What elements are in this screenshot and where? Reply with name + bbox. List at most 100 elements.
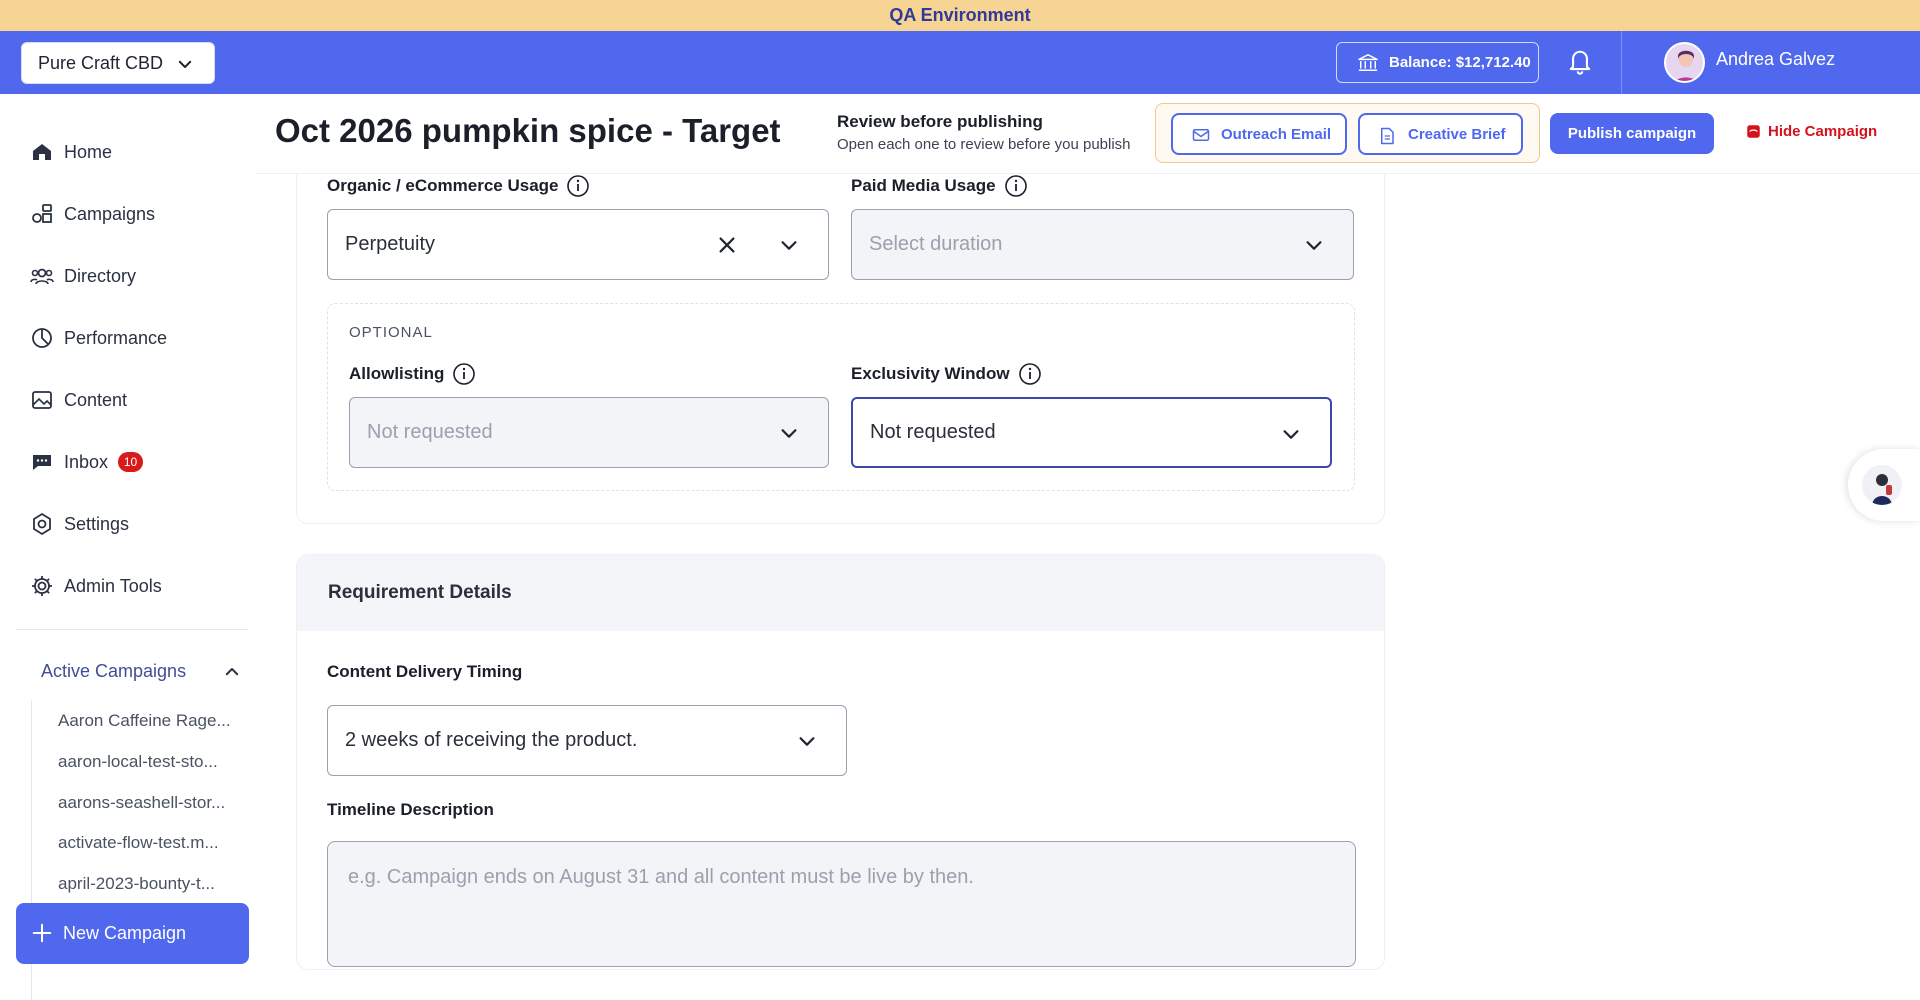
hide-campaign-button[interactable]: Hide Campaign xyxy=(1746,123,1877,140)
exclusivity-window-value: Not requested xyxy=(870,421,996,443)
chevron-down-icon xyxy=(1303,234,1325,256)
requirement-details-title: Requirement Details xyxy=(328,582,512,603)
timeline-description-label: Timeline Description xyxy=(327,800,494,819)
sidebar-item-inbox[interactable]: Inbox 10 xyxy=(30,447,144,477)
sidebar-item-directory[interactable]: Directory xyxy=(30,261,136,291)
allowlisting-value: Not requested xyxy=(367,421,493,443)
publish-campaign-button[interactable]: Publish campaign xyxy=(1550,113,1714,154)
sidebar-item-label: Performance xyxy=(64,327,168,348)
hide-campaign-label: Hide Campaign xyxy=(1768,123,1878,140)
exclusivity-window-label: Exclusivity Window xyxy=(851,362,1042,386)
plus-icon xyxy=(31,922,53,944)
balance-button[interactable]: Balance: $12,712.40 xyxy=(1336,42,1539,83)
info-icon[interactable] xyxy=(566,174,590,198)
timeline-description-input[interactable]: e.g. Campaign ends on August 31 and all … xyxy=(327,841,1356,967)
creative-brief-button[interactable]: Creative Brief xyxy=(1358,113,1523,155)
page-title: Oct 2026 pumpkin spice - Target xyxy=(275,112,781,149)
sidebar-item-label: Content xyxy=(64,389,128,410)
balance-label: Balance: $12,712.40 xyxy=(1389,54,1531,71)
paid-media-usage-placeholder: Select duration xyxy=(869,233,1003,255)
chevron-up-icon xyxy=(223,663,241,681)
campaigns-icon xyxy=(30,202,54,226)
avatar[interactable] xyxy=(1664,42,1705,83)
eye-off-icon xyxy=(1746,124,1761,139)
chevron-down-icon xyxy=(1280,423,1302,445)
top-bar: Pure Craft CBD Balance: $12,712.40 Andre… xyxy=(0,31,1920,94)
outreach-email-label: Outreach Email xyxy=(1221,125,1332,143)
sidebar-item-label: Campaigns xyxy=(64,203,156,224)
chevron-down-icon xyxy=(176,55,194,73)
gear-icon xyxy=(30,574,54,598)
sidebar-item-label: Settings xyxy=(64,513,130,534)
document-icon xyxy=(1379,127,1395,145)
sidebar-divider xyxy=(16,629,248,630)
inbox-count-badge: 10 xyxy=(118,452,144,472)
chevron-down-icon xyxy=(796,730,818,752)
allowlisting-label-text: Allowlisting xyxy=(349,364,445,383)
user-name[interactable]: Andrea Galvez xyxy=(1716,49,1835,70)
bell-icon[interactable] xyxy=(1566,46,1594,76)
sidebar-item-admin-tools[interactable]: Admin Tools xyxy=(30,571,162,601)
support-widget[interactable] xyxy=(1848,449,1920,521)
content-delivery-timing-label: Content Delivery Timing xyxy=(327,662,523,681)
sidebar-item-content[interactable]: Content xyxy=(30,385,127,415)
optional-label: OPTIONAL xyxy=(349,324,433,341)
paid-media-usage-label: Paid Media Usage xyxy=(851,174,1028,198)
exclusivity-window-select[interactable]: Not requested xyxy=(851,397,1332,468)
organic-usage-value: Perpetuity xyxy=(345,233,436,255)
active-campaign-item[interactable]: activate-flow-test.m... xyxy=(58,833,236,853)
directory-icon xyxy=(30,264,54,288)
campaign-header: Oct 2026 pumpkin spice - Target Review b… xyxy=(256,94,1920,174)
creative-brief-label: Creative Brief xyxy=(1408,125,1506,143)
settings-icon xyxy=(30,512,54,536)
bank-icon xyxy=(1357,53,1379,73)
organic-usage-label: Organic / eCommerce Usage xyxy=(327,174,590,198)
brand-selector-label: Pure Craft CBD xyxy=(38,52,164,73)
topbar-divider xyxy=(1621,31,1622,94)
requirement-details-header: Requirement Details xyxy=(297,555,1384,631)
content-icon xyxy=(30,388,54,412)
sidebar-item-label: Inbox xyxy=(64,451,109,472)
inbox-icon xyxy=(30,450,54,474)
active-campaigns-toggle[interactable]: Active Campaigns xyxy=(41,658,241,684)
review-title: Review before publishing xyxy=(837,112,1043,131)
close-icon[interactable] xyxy=(716,234,738,256)
active-campaign-item[interactable]: Aaron Caffeine Rage... xyxy=(58,711,236,731)
paid-media-usage-select[interactable]: Select duration xyxy=(851,209,1354,280)
active-campaign-item[interactable]: april-2023-bounty-t... xyxy=(58,874,236,894)
performance-icon xyxy=(30,326,54,350)
review-subtitle: Open each one to review before you publi… xyxy=(837,136,1131,153)
sidebar-item-settings[interactable]: Settings xyxy=(30,509,129,539)
content-delivery-timing-value: 2 weeks of receiving the product. xyxy=(345,729,638,751)
organic-usage-label-text: Organic / eCommerce Usage xyxy=(327,176,559,195)
active-campaigns-label: Active Campaigns xyxy=(41,660,187,681)
exclusivity-window-label-text: Exclusivity Window xyxy=(851,364,1010,383)
organic-usage-select[interactable]: Perpetuity xyxy=(327,209,829,280)
info-icon[interactable] xyxy=(452,362,476,386)
chevron-down-icon xyxy=(778,422,800,444)
sidebar-item-label: Home xyxy=(64,141,113,162)
new-campaign-button[interactable]: New Campaign xyxy=(16,903,249,964)
sidebar-item-campaigns[interactable]: Campaigns xyxy=(30,199,155,229)
support-avatar-icon xyxy=(1862,465,1902,505)
allowlisting-label: Allowlisting xyxy=(349,362,476,386)
chevron-down-icon xyxy=(778,234,800,256)
sidebar-item-home[interactable]: Home xyxy=(30,137,112,167)
environment-banner: QA Environment xyxy=(0,0,1920,31)
sidebar: Home Campaigns Directory Performance Con… xyxy=(0,94,256,1000)
home-icon xyxy=(30,140,54,164)
sidebar-item-performance[interactable]: Performance xyxy=(30,323,167,353)
content-delivery-timing-select[interactable]: 2 weeks of receiving the product. xyxy=(327,705,847,776)
brand-selector[interactable]: Pure Craft CBD xyxy=(21,42,215,84)
info-icon[interactable] xyxy=(1004,174,1028,198)
sidebar-item-label: Admin Tools xyxy=(64,575,162,596)
sidebar-item-label: Directory xyxy=(64,265,137,286)
new-campaign-label: New Campaign xyxy=(63,923,187,943)
info-icon[interactable] xyxy=(1018,362,1042,386)
paid-media-usage-label-text: Paid Media Usage xyxy=(851,176,996,195)
mail-icon xyxy=(1192,127,1210,143)
outreach-email-button[interactable]: Outreach Email xyxy=(1171,113,1347,155)
active-campaign-item[interactable]: aaron-local-test-sto... xyxy=(58,752,236,772)
allowlisting-select[interactable]: Not requested xyxy=(349,397,829,468)
active-campaign-item[interactable]: aarons-seashell-stor... xyxy=(58,793,236,813)
